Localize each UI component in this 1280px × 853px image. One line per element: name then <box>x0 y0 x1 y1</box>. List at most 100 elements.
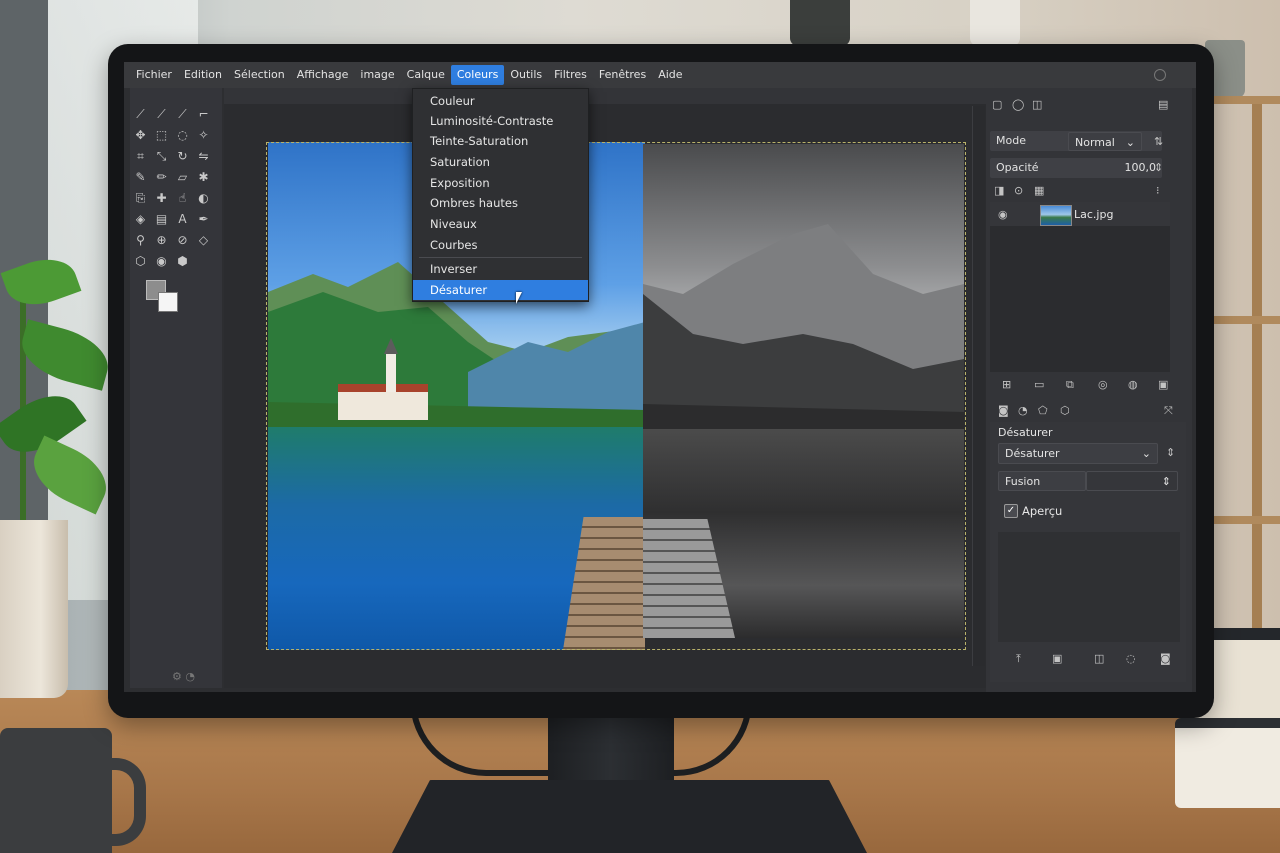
images-tab-icon[interactable]: ⬡ <box>1060 404 1070 418</box>
menu-edition[interactable]: Edition <box>178 65 228 85</box>
menu-item-niveaux[interactable]: Niveaux <box>413 214 588 234</box>
mode-label: Mode <box>996 134 1026 147</box>
background-color[interactable] <box>158 292 178 312</box>
lock-alpha-icon[interactable]: ▦ <box>1034 184 1044 198</box>
lock-pixels-icon[interactable]: ◨ <box>994 184 1004 198</box>
menu-fenetres[interactable]: Fenêtres <box>593 65 652 85</box>
mode-select[interactable]: Normal ⌄ <box>1068 132 1142 151</box>
menu-fichier[interactable]: Fichier <box>130 65 178 85</box>
menu-item-teinte-saturation[interactable]: Teinte-Saturation <box>413 131 588 151</box>
tool-icon[interactable]: ⟋ <box>130 104 151 125</box>
menu-item-couleur[interactable]: Couleur <box>413 91 588 111</box>
menu-item-saturation[interactable]: Saturation <box>413 152 588 172</box>
bucket-tool-icon[interactable]: ◈ <box>130 209 151 230</box>
opacity-label: Opacité <box>996 161 1039 174</box>
menu-item-desaturer[interactable]: Désaturer <box>413 280 588 300</box>
spinner-icon[interactable]: ⇕ <box>1154 161 1163 175</box>
menu-couleurs[interactable]: Coleurs <box>450 65 505 85</box>
select-tool-icon[interactable]: ⬚ <box>151 125 172 146</box>
measure-tool-icon[interactable]: ⊘ <box>172 230 193 251</box>
menu-item-luminosite-contraste[interactable]: Luminosité-Contraste <box>413 111 588 131</box>
restore-options-icon[interactable]: ▣ <box>1052 652 1062 666</box>
new-layer-icon[interactable]: ⊞ <box>1002 378 1011 392</box>
blend-mode-spinner[interactable]: ⇕ <box>1086 471 1178 491</box>
tool-icon[interactable]: ◉ <box>151 251 172 272</box>
eraser-tool-icon[interactable]: ▱ <box>172 167 193 188</box>
menu-aide[interactable]: Aide <box>652 65 688 85</box>
delete-layer-icon[interactable]: ▣ <box>1158 378 1168 392</box>
tool-icon[interactable]: ◇ <box>193 230 214 251</box>
checkmark-icon[interactable]: ✓ <box>1004 504 1018 518</box>
dodge-tool-icon[interactable]: ◐ <box>193 188 214 209</box>
anchor-layer-icon[interactable]: ◍ <box>1128 378 1138 392</box>
menu-image[interactable]: image <box>354 65 400 85</box>
duplicate-layer-icon[interactable]: ⧉ <box>1066 378 1074 392</box>
wand-tool-icon[interactable]: ✧ <box>193 125 214 146</box>
picker-tool-icon[interactable]: ⚲ <box>130 230 151 251</box>
menu-item-inverser[interactable]: Inverser <box>413 259 588 279</box>
spinner-icon[interactable]: ⇕ <box>1166 446 1175 460</box>
menu-affichage[interactable]: Affichage <box>291 65 355 85</box>
layers-tab-icon[interactable]: ▢ <box>992 98 1002 112</box>
mountains-gray <box>643 224 964 444</box>
lasso-tool-icon[interactable]: ◌ <box>172 125 193 146</box>
paths-tab-icon[interactable]: ◫ <box>1032 98 1042 112</box>
mask-layer-icon[interactable]: ◎ <box>1098 378 1108 392</box>
lock-position-icon[interactable]: ⊙ <box>1014 184 1023 198</box>
undo-history-tab-icon[interactable]: ⬠ <box>1038 404 1048 418</box>
save-options-icon[interactable]: ⤒ <box>1016 652 1021 666</box>
opacity-field[interactable]: Opacité 100,0 <box>990 158 1162 178</box>
vertical-scrollbar[interactable] <box>972 106 985 666</box>
layer-group-icon[interactable]: ▭ <box>1034 378 1044 392</box>
toolbox-footer-icon[interactable]: ⚙ ◔ <box>172 670 195 683</box>
menu-selection[interactable]: Sélection <box>228 65 291 85</box>
rotate-tool-icon[interactable]: ↻ <box>172 146 193 167</box>
crop-tool-icon[interactable]: ⌗ <box>130 146 151 167</box>
tool-grid: ⟋ ⟋ ⟋ ⌐ ✥ ⬚ ◌ ✧ ⌗ ⤡ ↻ ⇋ ✎ ✏ ▱ ✱ ⎘ ✚ ☝ ◐ … <box>130 104 216 272</box>
zoom-tool-icon[interactable]: ⊕ <box>151 230 172 251</box>
mode-reset-icon[interactable]: ⇅ <box>1154 135 1163 149</box>
lock-menu-icon[interactable]: ⁝ <box>1156 184 1160 198</box>
menu-filtres[interactable]: Filtres <box>548 65 593 85</box>
brush-tool-icon[interactable]: ✎ <box>130 167 151 188</box>
smudge-tool-icon[interactable]: ☝ <box>172 188 193 209</box>
color-swatches[interactable] <box>146 280 178 312</box>
gradient-tool-icon[interactable]: ▤ <box>151 209 172 230</box>
text-tool-icon[interactable]: A <box>172 209 193 230</box>
eye-icon[interactable]: ◉ <box>998 208 1008 222</box>
device-status-tab-icon[interactable]: ◔ <box>1018 404 1028 418</box>
pencil-tool-icon[interactable]: ✏ <box>151 167 172 188</box>
path-tool-icon[interactable]: ✒ <box>193 209 214 230</box>
desaturate-method-select[interactable]: Désaturer ⌄ <box>998 443 1158 464</box>
menu-outils[interactable]: Outils <box>504 65 548 85</box>
flip-tool-icon[interactable]: ⇋ <box>193 146 214 167</box>
options-menu-icon[interactable]: ◙ <box>1160 652 1171 666</box>
tool-icon[interactable]: ⬢ <box>172 251 193 272</box>
layer-name[interactable]: Lac.jpg <box>1074 208 1113 221</box>
tool-options-tab-icon[interactable]: ◙ <box>998 404 1009 418</box>
menu-item-ombres-hautes[interactable]: Ombres hautes <box>413 193 588 213</box>
clone-tool-icon[interactable]: ⎘ <box>130 188 151 209</box>
tool-icon[interactable]: ⟋ <box>172 104 193 125</box>
menu-item-courbes[interactable]: Courbes <box>413 235 588 255</box>
reset-options-icon[interactable]: ◌ <box>1126 652 1136 666</box>
dock-menu-icon[interactable]: ▤ <box>1158 98 1168 112</box>
layers-list <box>990 202 1170 372</box>
preview-label[interactable]: Aperçu <box>1022 504 1062 518</box>
tool-icon[interactable]: ⟋ <box>151 104 172 125</box>
chevron-down-icon: ⌄ <box>1141 447 1151 460</box>
channels-tab-icon[interactable]: ◯ <box>1012 98 1024 112</box>
airbrush-tool-icon[interactable]: ✱ <box>193 167 214 188</box>
delete-options-icon[interactable]: ◫ <box>1094 652 1104 666</box>
menu-calque[interactable]: Calque <box>401 65 451 85</box>
heal-tool-icon[interactable]: ✚ <box>151 188 172 209</box>
coffee-mug <box>0 728 112 853</box>
blend-mode-select[interactable]: Fusion <box>998 471 1086 491</box>
move-tool-icon[interactable]: ✥ <box>130 125 151 146</box>
dock-expand-icon[interactable]: ⤧ <box>1164 404 1173 418</box>
menu-item-exposition[interactable]: Exposition <box>413 173 588 193</box>
transform-tool-icon[interactable]: ⤡ <box>151 146 172 167</box>
tool-icon[interactable]: ⬡ <box>130 251 151 272</box>
tool-icon[interactable]: ⌐ <box>193 104 214 125</box>
window-close-icon[interactable] <box>1154 69 1166 81</box>
